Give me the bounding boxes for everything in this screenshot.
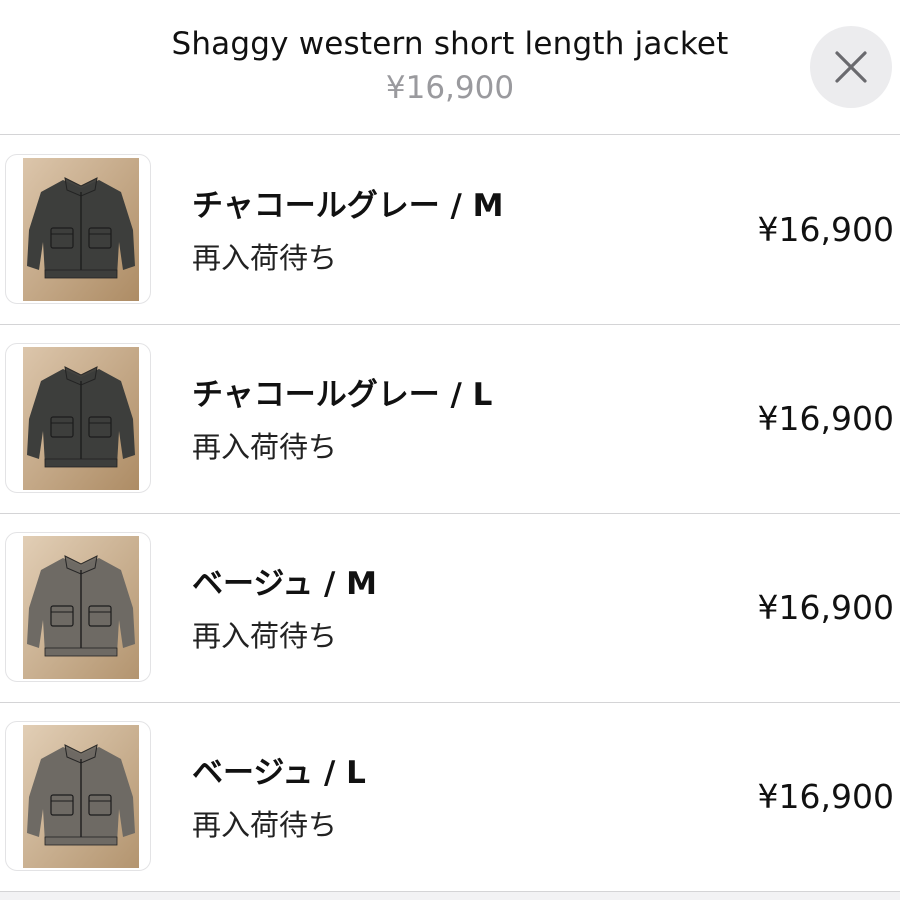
variant-row[interactable]: ベージュ / M 再入荷待ち ¥16,900 (0, 514, 900, 703)
jacket-photo-icon (23, 536, 139, 679)
sheet-bottom-edge (0, 892, 900, 900)
variant-price: ¥16,900 (757, 777, 894, 816)
variant-status: 再入荷待ち (192, 619, 338, 653)
variant-name: チャコールグレー / L (192, 377, 493, 413)
product-thumbnail (5, 154, 151, 304)
product-thumbnail (5, 343, 151, 493)
jacket-photo-icon (23, 158, 139, 301)
close-button[interactable] (810, 26, 892, 108)
variant-price: ¥16,900 (757, 588, 894, 627)
variant-price: ¥16,900 (757, 210, 894, 249)
variant-row[interactable]: チャコールグレー / M 再入荷待ち ¥16,900 (0, 136, 900, 325)
variant-row[interactable]: ベージュ / L 再入荷待ち ¥16,900 (0, 703, 900, 892)
variant-name: チャコールグレー / M (192, 188, 504, 224)
product-thumbnail (5, 721, 151, 871)
variant-status: 再入荷待ち (192, 808, 338, 842)
product-thumbnail (5, 532, 151, 682)
variant-status: 再入荷待ち (192, 430, 338, 464)
variant-name: ベージュ / L (192, 755, 366, 791)
variant-name: ベージュ / M (192, 566, 377, 602)
variant-row[interactable]: チャコールグレー / L 再入荷待ち ¥16,900 (0, 325, 900, 514)
jacket-photo-icon (23, 347, 139, 490)
variant-status: 再入荷待ち (192, 241, 338, 275)
variant-price: ¥16,900 (757, 399, 894, 438)
product-price: ¥16,900 (385, 70, 515, 106)
close-icon (835, 51, 867, 83)
product-title: Shaggy western short length jacket (171, 26, 729, 62)
jacket-photo-icon (23, 725, 139, 868)
variant-list: チャコールグレー / M 再入荷待ち ¥16,900 チャコールグレー / L … (0, 136, 900, 892)
sheet-header: Shaggy western short length jacket ¥16,9… (0, 0, 900, 135)
variant-picker-sheet: Shaggy western short length jacket ¥16,9… (0, 0, 900, 900)
